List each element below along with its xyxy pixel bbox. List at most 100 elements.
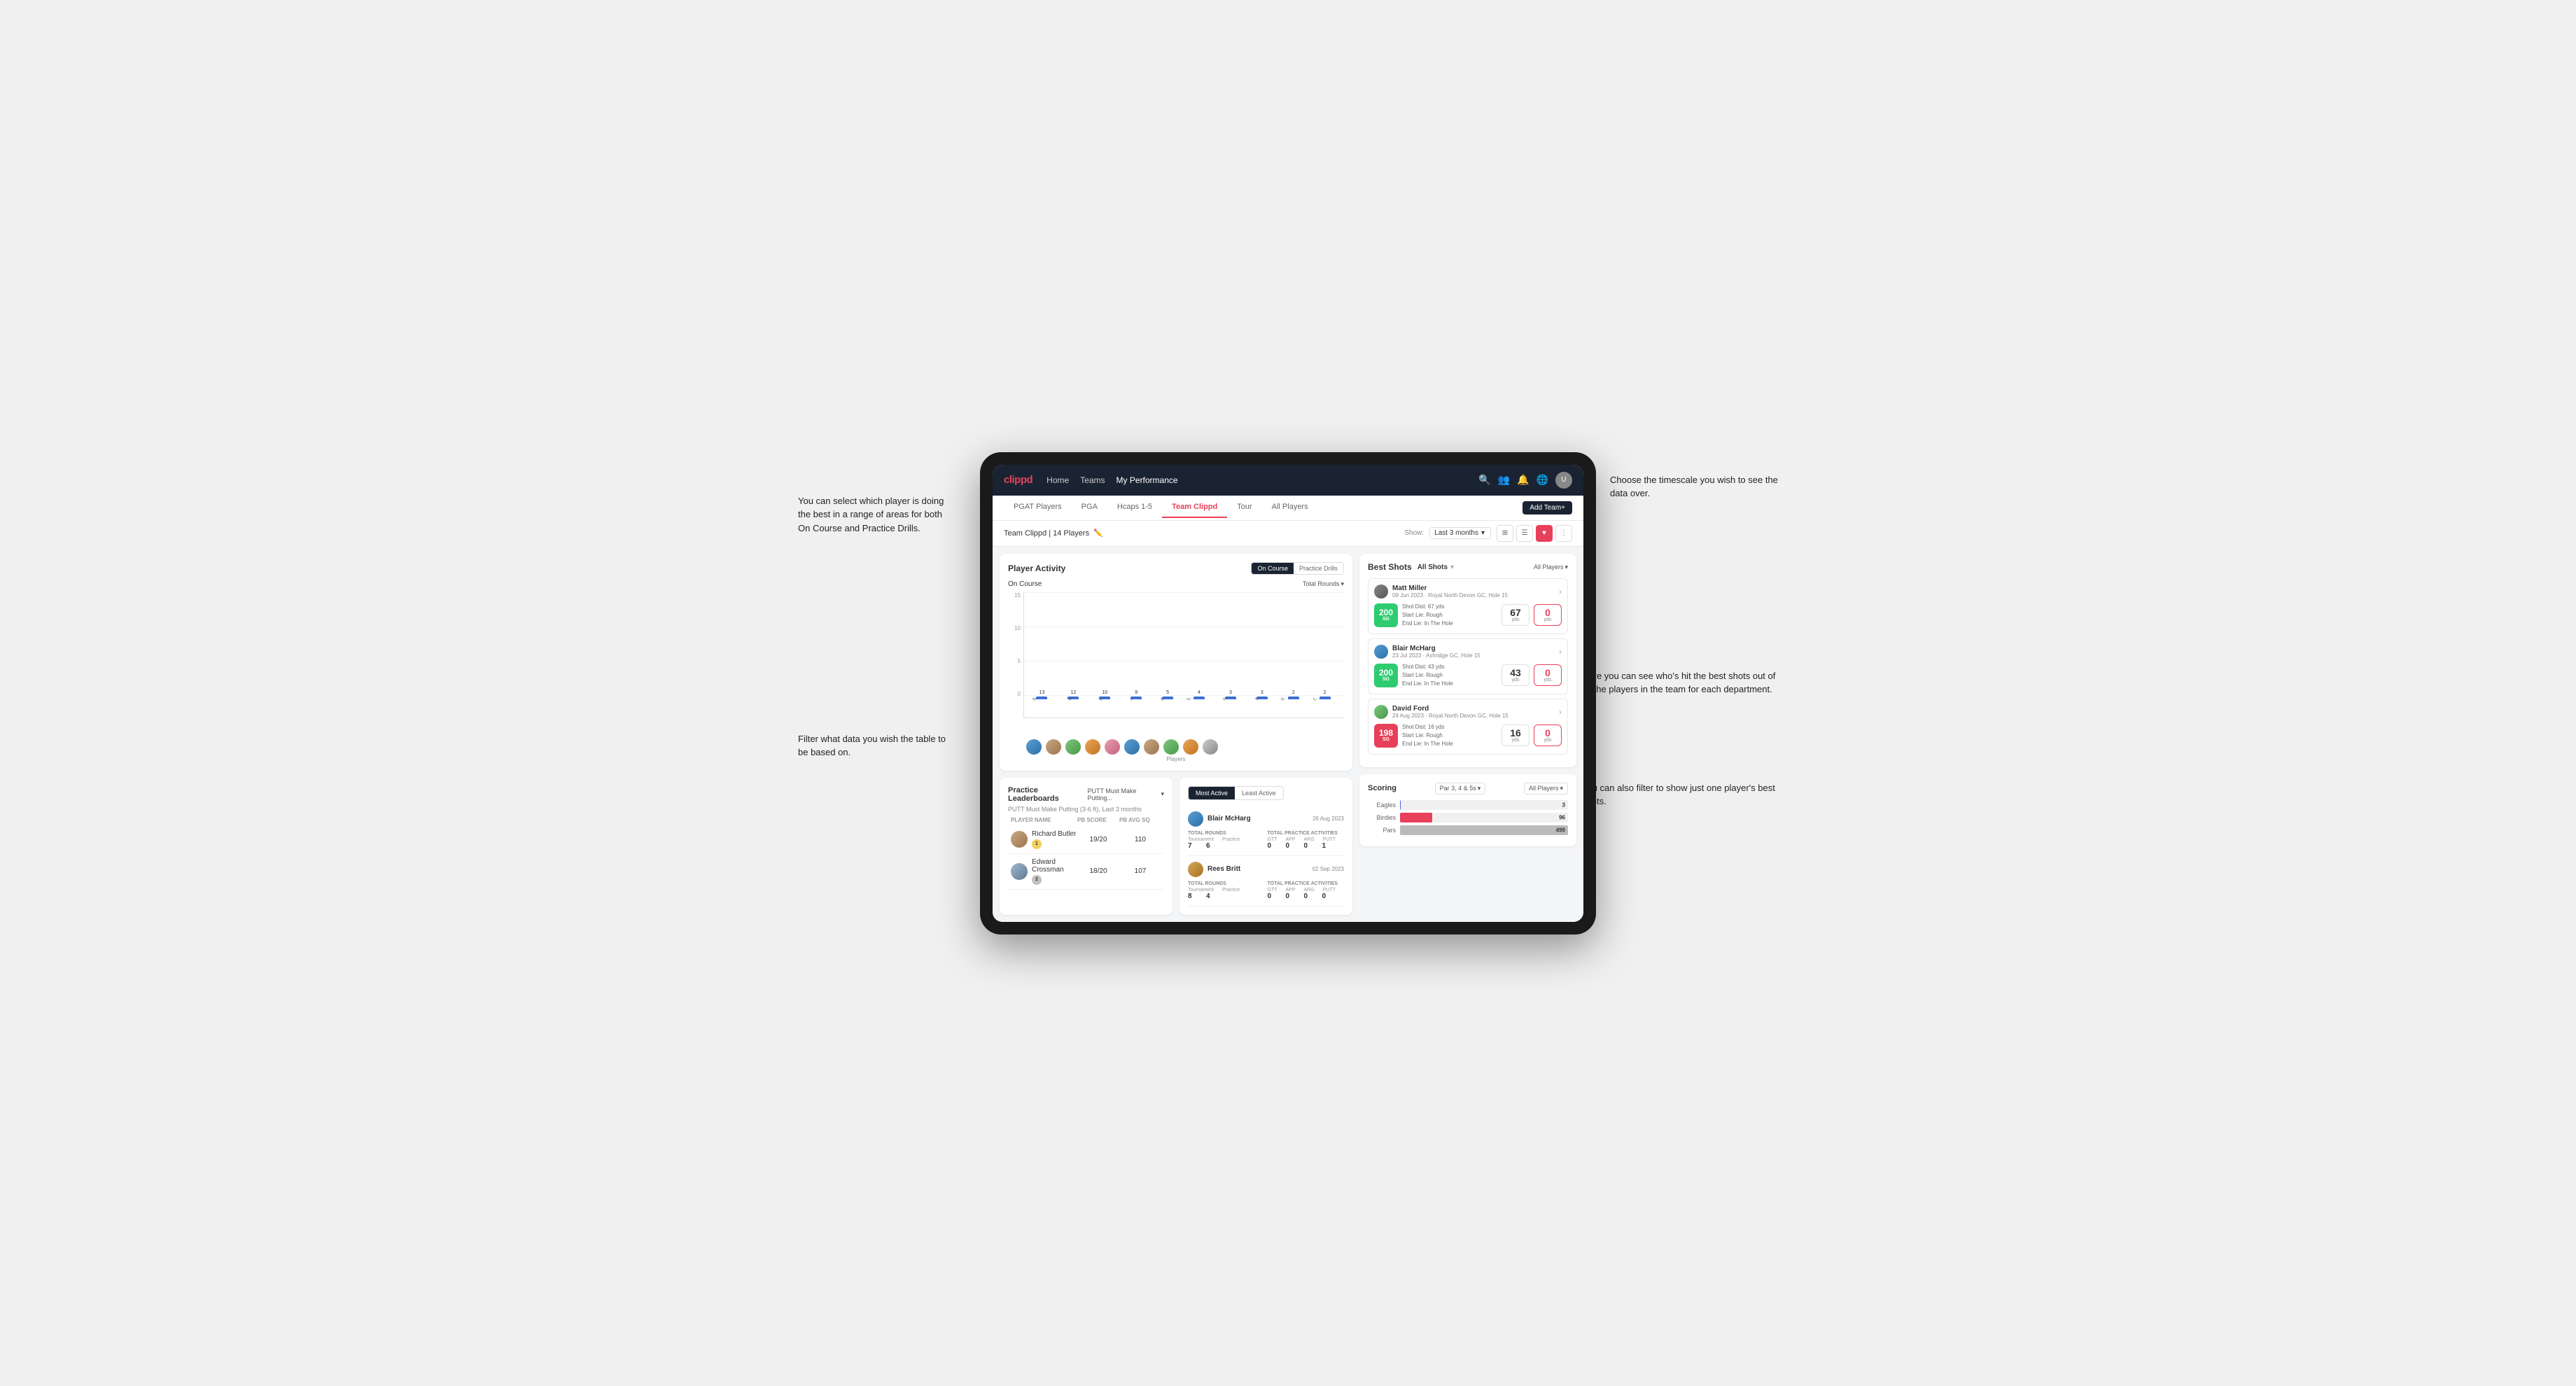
shot-details-3: 198 SG Shot Dist: 16 yds Start Lie: Roug… [1374, 723, 1562, 748]
all-players-dropdown[interactable]: All Players ▾ [1534, 564, 1568, 571]
sub-tab-teamclippd[interactable]: Team Clippd [1162, 497, 1227, 518]
bars-row: 13 12 [1024, 592, 1344, 696]
bar-mmiller: 3 [1248, 690, 1275, 696]
shot-details-1: 200 SG Shot Dist: 67 yds Start Lie: Roug… [1374, 603, 1562, 628]
page-wrapper: You can select which player is doing the… [798, 452, 1778, 934]
player-row-info-2: Edward Crossman 2 [1011, 858, 1077, 885]
shot-stat-2a: 43 yds [1502, 664, 1530, 686]
shot-item-1[interactable]: Matt Miller 09 Jun 2023 · Royal North De… [1368, 578, 1568, 634]
y-axis: 15 10 5 0 [1008, 592, 1021, 718]
sub-tab-tour[interactable]: Tour [1227, 497, 1261, 518]
x-axis-label-players: Players [1008, 756, 1344, 762]
main-content: Player Activity On Course Practice Drill… [993, 547, 1583, 922]
view-icons: ⊞ ☰ ♥ ⋮ [1497, 525, 1572, 542]
shot-text-3: Shot Dist: 16 yds Start Lie: Rough End L… [1402, 723, 1497, 748]
total-rounds-dropdown[interactable]: Total Rounds ▾ [1303, 580, 1344, 588]
nav-icons: 🔍 👥 🔔 🌐 U [1478, 472, 1572, 489]
most-active-tab[interactable]: Most Active [1189, 787, 1235, 799]
on-course-toggle[interactable]: On Course [1252, 563, 1294, 574]
settings-view-button[interactable]: ⋮ [1555, 525, 1572, 542]
user-avatar[interactable]: U [1555, 472, 1572, 489]
player-avatar-5[interactable] [1105, 739, 1120, 755]
pars-fill [1400, 825, 1568, 835]
player-avatar-8[interactable] [1163, 739, 1179, 755]
grid-view-button[interactable]: ⊞ [1497, 525, 1513, 542]
sub-tab-pga[interactable]: PGA [1072, 497, 1107, 518]
practice-dropdown[interactable]: PUTT Must Make Putting... ▾ [1088, 788, 1164, 802]
scoring-players-dropdown[interactable]: All Players ▾ [1524, 783, 1568, 794]
practice-label-2: Total Practice Activities [1268, 881, 1345, 886]
leaderboard-row-2[interactable]: Edward Crossman 2 18/20 107 [1008, 854, 1164, 890]
birdies-label: Birdies [1368, 814, 1396, 821]
sub-tab-hcaps[interactable]: Hcaps 1-5 [1107, 497, 1162, 518]
scoring-bar-birdies: Birdies 96 [1368, 813, 1568, 822]
practice-drills-toggle[interactable]: Practice Drills [1294, 563, 1343, 574]
player-avatar-10[interactable] [1203, 739, 1218, 755]
globe-icon[interactable]: 🌐 [1536, 474, 1548, 486]
player-avatar-3[interactable] [1065, 739, 1081, 755]
bar-chart: 15 10 5 0 [1008, 592, 1344, 718]
all-shots-tab[interactable]: All Shots [1418, 562, 1448, 573]
player-avatar-9[interactable] [1183, 739, 1198, 755]
heart-view-button[interactable]: ♥ [1536, 525, 1553, 542]
y-label-0: 0 [1008, 691, 1021, 697]
bars-container: 13 12 [1023, 592, 1344, 718]
player-avatars-row [1008, 739, 1344, 755]
activity-stats-2: Total Rounds Tournament Practice 8 4 [1188, 881, 1344, 900]
chevron-down-icon-practice: ▾ [1161, 790, 1164, 798]
birdies-fill [1400, 813, 1432, 822]
bar-bbritt: 12 [1060, 690, 1087, 696]
player-avatar-4[interactable] [1085, 739, 1100, 755]
best-shots-card: Best Shots All Shots ▾ All Players ▾ [1359, 554, 1576, 767]
practice-label-1: Total Practice Activities [1268, 831, 1345, 836]
sub-tab-pgat[interactable]: PGAT Players [1004, 497, 1072, 518]
pars-label: Pars [1368, 827, 1396, 834]
bell-icon[interactable]: 🔔 [1517, 474, 1529, 486]
shot-badge-2: 200 SG [1374, 664, 1398, 687]
least-active-tab[interactable]: Least Active [1235, 787, 1283, 799]
shot-item-2[interactable]: Blair McHarg 23 Jul 2023 · Ashridge GC, … [1368, 638, 1568, 694]
users-icon[interactable]: 👥 [1498, 474, 1510, 486]
nav-link-myperformance[interactable]: My Performance [1116, 472, 1178, 488]
scoring-header: Scoring Par 3, 4 & 5s ▾ All Players ▾ [1368, 783, 1568, 794]
shot-avatar-1 [1374, 584, 1388, 598]
player-avatar-6[interactable] [1124, 739, 1140, 755]
chevron-down-icon-players: ▾ [1564, 564, 1568, 571]
eagles-val: 3 [1562, 802, 1565, 808]
x-label-dford: D. Ford [1091, 698, 1119, 703]
activity-player-row-2: Rees Britt 02 Sep 2023 [1188, 862, 1344, 877]
player-row-details-2: Edward Crossman 2 [1032, 858, 1077, 885]
player-avatar-1[interactable] [1026, 739, 1042, 755]
shot-meta-3: 24 Aug 2023 · Royal North Devon GC, Hole… [1392, 713, 1555, 719]
player-avatar-2[interactable] [1046, 739, 1061, 755]
nav-link-teams[interactable]: Teams [1080, 472, 1105, 488]
shot-item-3[interactable]: David Ford 24 Aug 2023 · Royal North Dev… [1368, 699, 1568, 755]
pars-val: 499 [1556, 827, 1565, 833]
show-controls: Show: Last 3 months ▾ ⊞ ☰ ♥ ⋮ [1404, 525, 1572, 542]
practice-title: Practice Leaderboards [1008, 786, 1088, 803]
sub-tab-allplayers[interactable]: All Players [1262, 497, 1318, 518]
player-row-avatar-2 [1011, 863, 1028, 880]
annotation-top-left: You can select which player is doing the… [798, 494, 952, 536]
player-avatar-7[interactable] [1144, 739, 1159, 755]
add-team-button[interactable]: Add Team+ [1522, 501, 1572, 514]
shot-text-2: Shot Dist: 43 yds Start Lie: Rough End L… [1402, 663, 1497, 688]
list-view-button[interactable]: ☰ [1516, 525, 1533, 542]
search-icon[interactable]: 🔍 [1478, 474, 1490, 486]
practice-subtitle: PUTT Must Make Putting (3-6 ft), Last 3 … [1008, 806, 1164, 813]
par-dropdown[interactable]: Par 3, 4 & 5s ▾ [1435, 783, 1486, 794]
practice-vals-1: 0 0 0 1 [1268, 842, 1345, 850]
pars-track: 499 [1400, 825, 1568, 835]
rank-badge-silver: 2 [1032, 875, 1042, 885]
shot-details-2: 200 SG Shot Dist: 43 yds Start Lie: Roug… [1374, 663, 1562, 688]
nav-link-home[interactable]: Home [1046, 472, 1069, 488]
leaderboard-row-1[interactable]: Richard Butler 1 19/20 110 [1008, 826, 1164, 854]
rounds-label-1: Total Rounds [1188, 831, 1265, 836]
date-select[interactable]: Last 3 months ▾ [1429, 527, 1491, 539]
edit-icon[interactable]: ✏️ [1093, 528, 1103, 538]
player-row-details-1: Richard Butler 1 [1032, 830, 1076, 849]
player-badges-2: 2 [1032, 875, 1077, 885]
scoring-title: Scoring [1368, 784, 1396, 792]
shot-name-3: David Ford [1392, 705, 1555, 713]
activity-date-1: 26 Aug 2023 [1312, 816, 1344, 822]
